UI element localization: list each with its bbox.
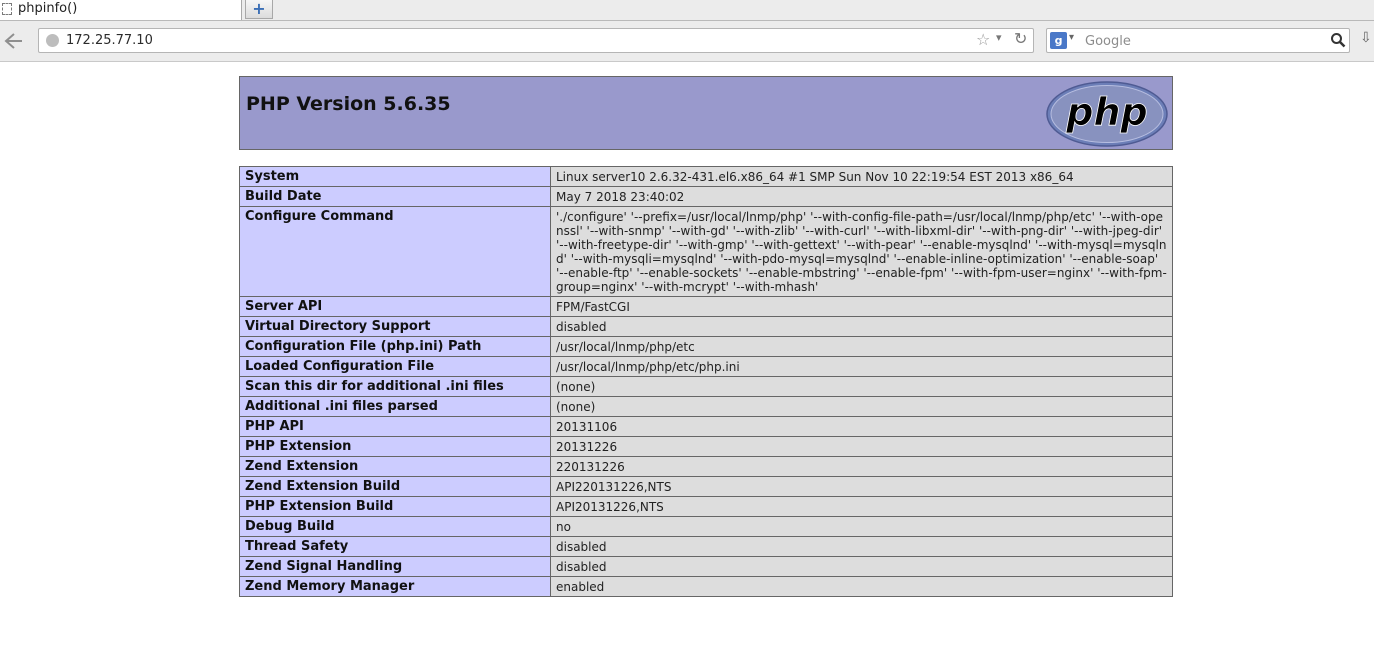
navigation-bar: 172.25.77.10 ☆ ▾ ↻ g ▾ ⇩ <box>0 21 1374 62</box>
table-row: Configure Command './configure' '--prefix… <box>239 206 1173 297</box>
table-row: Zend Extension Build API220131226,NTS <box>239 476 1173 497</box>
row-value: May 7 2018 23:40:02 <box>550 186 1173 207</box>
row-key: Debug Build <box>239 516 551 537</box>
tab-bar: phpinfo() + <box>0 0 1374 21</box>
row-key: PHP Extension <box>239 436 551 457</box>
row-key: Zend Extension Build <box>239 476 551 497</box>
php-version-header: PHP Version 5.6.35 php <box>239 76 1173 150</box>
row-value: /usr/local/lnmp/php/etc <box>550 336 1173 357</box>
search-input[interactable] <box>1083 30 1327 53</box>
url-history-chevron-icon[interactable]: ▾ <box>996 31 1002 44</box>
row-key: Zend Memory Manager <box>239 576 551 597</box>
php-logo-text: php <box>1065 90 1147 134</box>
page-title: PHP Version 5.6.35 <box>246 93 451 115</box>
url-text[interactable]: 172.25.77.10 <box>66 33 153 48</box>
back-button[interactable] <box>0 30 26 52</box>
php-logo: php <box>1046 81 1168 147</box>
back-arrow-icon <box>4 33 22 49</box>
table-row: Thread Safety disabled <box>239 536 1173 557</box>
row-key: System <box>239 166 551 187</box>
row-value: (none) <box>550 396 1173 417</box>
row-key: Zend Extension <box>239 456 551 477</box>
search-engine-chevron-icon[interactable]: ▾ <box>1069 32 1074 43</box>
row-value: Linux server10 2.6.32-431.el6.x86_64 #1 … <box>550 166 1173 187</box>
row-key: Configure Command <box>239 206 551 297</box>
row-key: Scan this dir for additional .ini files <box>239 376 551 397</box>
row-key: PHP API <box>239 416 551 437</box>
reload-icon[interactable]: ↻ <box>1014 29 1027 48</box>
row-value: (none) <box>550 376 1173 397</box>
row-value: disabled <box>550 536 1173 557</box>
bookmark-star-icon[interactable]: ☆ <box>976 30 990 49</box>
search-bar[interactable]: g ▾ <box>1046 28 1350 53</box>
php-info-table: System Linux server10 2.6.32-431.el6.x86_… <box>239 166 1173 597</box>
row-key: Virtual Directory Support <box>239 316 551 337</box>
table-row: Server API FPM/FastCGI <box>239 296 1173 317</box>
row-value: FPM/FastCGI <box>550 296 1173 317</box>
row-value: disabled <box>550 316 1173 337</box>
row-key: Build Date <box>239 186 551 207</box>
table-row: Scan this dir for additional .ini files(… <box>239 376 1173 397</box>
table-row: PHP API 20131106 <box>239 416 1173 437</box>
table-row: Loaded Configuration File/usr/local/lnmp… <box>239 356 1173 377</box>
page-content: PHP Version 5.6.35 php System Linux serve… <box>0 62 1374 645</box>
row-key: Loaded Configuration File <box>239 356 551 377</box>
row-value: /usr/local/lnmp/php/etc/php.ini <box>550 356 1173 377</box>
row-value: enabled <box>550 576 1173 597</box>
table-row: Debug Build no <box>239 516 1173 537</box>
address-bar[interactable]: 172.25.77.10 ☆ ▾ ↻ <box>38 28 1034 53</box>
row-key: PHP Extension Build <box>239 496 551 517</box>
table-row: Zend Memory Manager enabled <box>239 576 1173 597</box>
table-row: Virtual Directory Support disabled <box>239 316 1173 337</box>
tab-phpinfo[interactable]: phpinfo() <box>0 0 242 20</box>
table-row: System Linux server10 2.6.32-431.el6.x86_… <box>239 166 1173 187</box>
row-key: Configuration File (php.ini) Path <box>239 336 551 357</box>
table-row: Build Date May 7 2018 23:40:02 <box>239 186 1173 207</box>
row-value: no <box>550 516 1173 537</box>
page-favicon-icon <box>2 3 12 15</box>
row-key: Server API <box>239 296 551 317</box>
table-row: PHP Extension Build API20131226,NTS <box>239 496 1173 517</box>
table-row: Additional .ini files parsed (none) <box>239 396 1173 417</box>
search-engine-icon[interactable]: g <box>1050 32 1067 49</box>
menu-overflow-icon[interactable]: ⇩ <box>1360 30 1374 52</box>
row-value: 220131226 <box>550 456 1173 477</box>
row-key: Zend Signal Handling <box>239 556 551 577</box>
table-row: Zend Signal Handling disabled <box>239 556 1173 577</box>
search-magnifier-icon[interactable] <box>1330 32 1346 48</box>
row-value: 20131106 <box>550 416 1173 437</box>
row-value: disabled <box>550 556 1173 577</box>
table-row: PHP Extension 20131226 <box>239 436 1173 457</box>
row-value: './configure' '--prefix=/usr/local/lnmp/… <box>550 206 1173 297</box>
table-row: Zend Extension 220131226 <box>239 456 1173 477</box>
row-key: Additional .ini files parsed <box>239 396 551 417</box>
row-value: API220131226,NTS <box>550 476 1173 497</box>
table-row: Configuration File (php.ini) Path/usr/lo… <box>239 336 1173 357</box>
row-value: API20131226,NTS <box>550 496 1173 517</box>
new-tab-button[interactable]: + <box>245 0 273 19</box>
row-key: Thread Safety <box>239 536 551 557</box>
row-value: 20131226 <box>550 436 1173 457</box>
tab-title: phpinfo() <box>18 1 78 16</box>
globe-icon <box>46 34 59 47</box>
